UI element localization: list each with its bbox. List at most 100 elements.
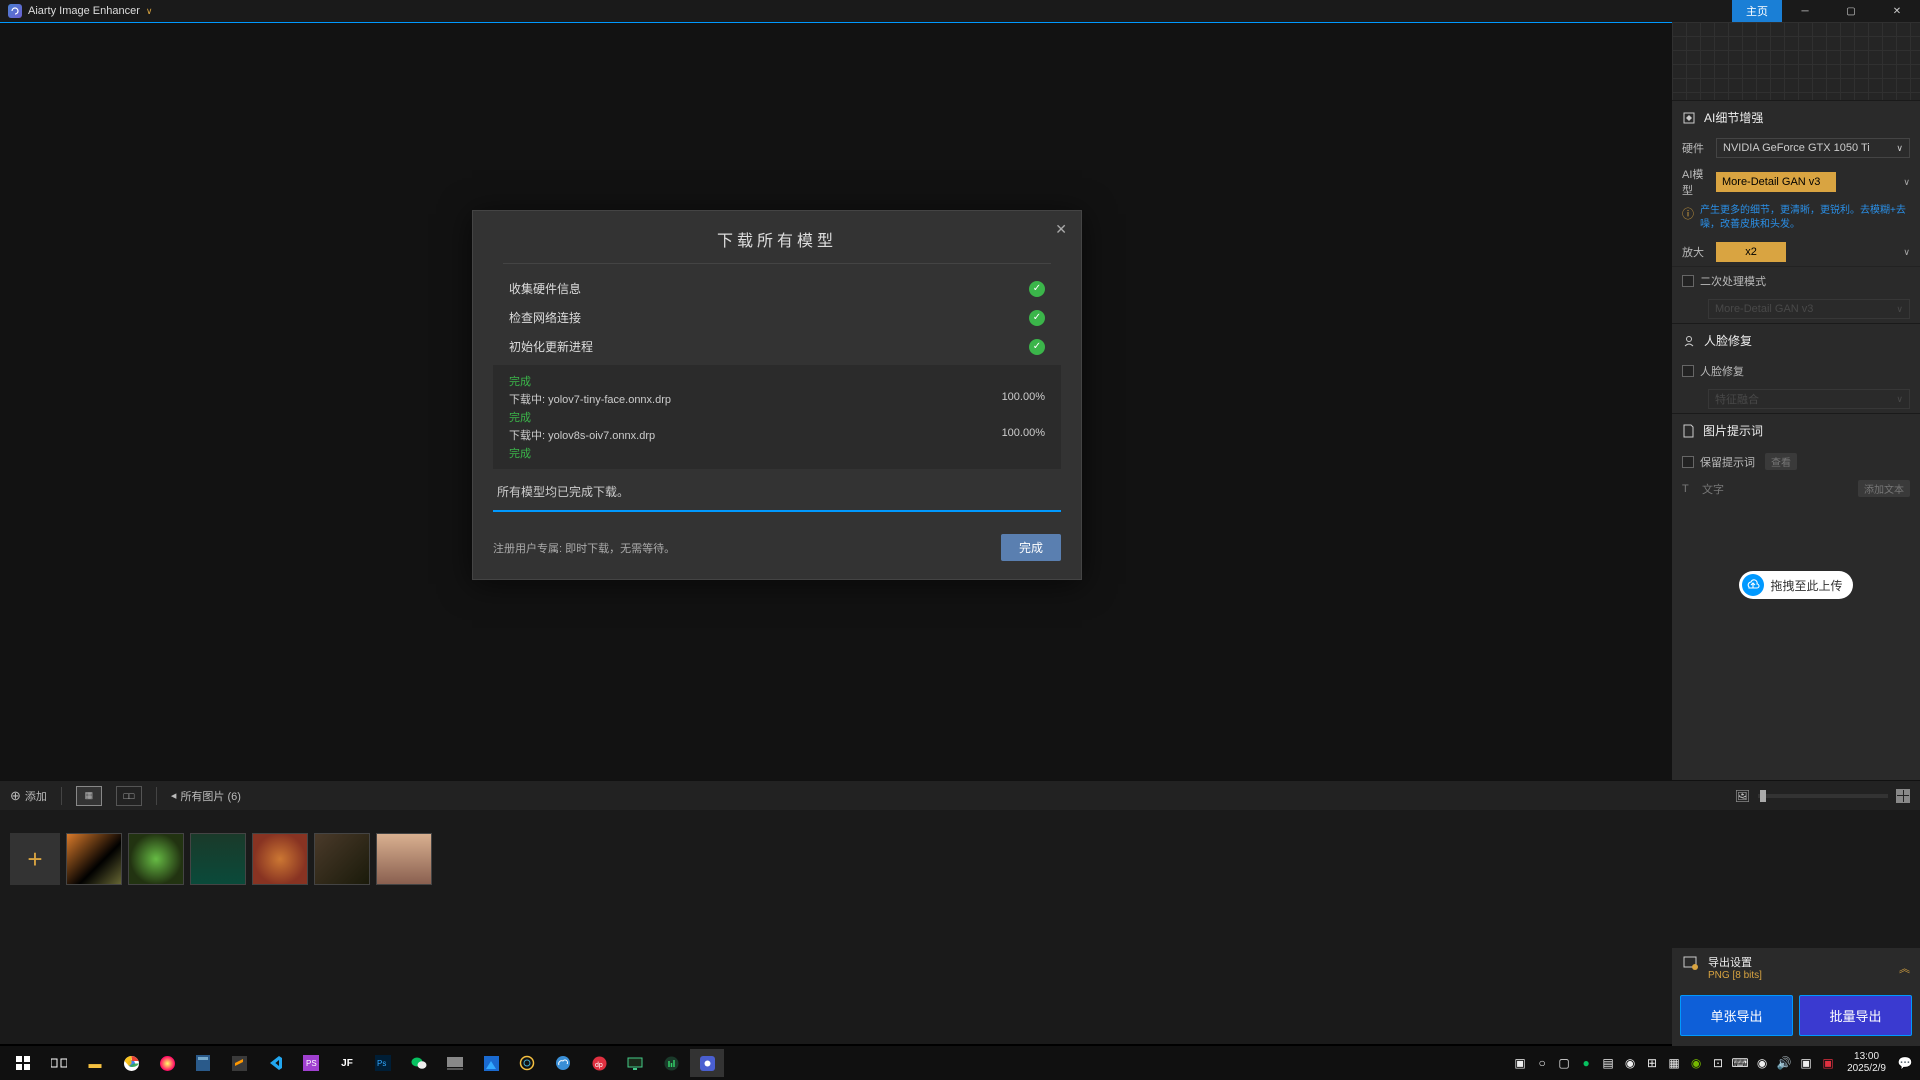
grid-toggle-button[interactable] xyxy=(1896,789,1910,803)
app-jf-icon[interactable]: JF xyxy=(330,1049,364,1077)
tray-icon[interactable]: ▢ xyxy=(1555,1054,1573,1072)
tray-icon[interactable]: ◉ xyxy=(1621,1054,1639,1072)
tray-keyboard-icon[interactable]: ⌨ xyxy=(1731,1054,1749,1072)
app-cloud-icon[interactable] xyxy=(546,1049,580,1077)
svg-text:PS: PS xyxy=(306,1059,317,1068)
all-images-link[interactable]: ◂ 所有图片 (6) xyxy=(171,788,241,804)
modal-footer-note: 注册用户专属: 即时下载，无需等待。 xyxy=(493,540,675,556)
main-viewport: ✕ 下载所有模型 收集硬件信息 ✓ 检查网络连接 ✓ 初始化更新进程 ✓ xyxy=(0,22,1672,780)
close-button[interactable]: ✕ xyxy=(1874,0,1920,22)
zoom-slider[interactable] xyxy=(1758,794,1888,798)
add-text-button[interactable]: 添加文本 xyxy=(1858,480,1910,497)
modal-title: 下载所有模型 xyxy=(473,227,1081,251)
add-images-button[interactable]: ⊕ 添加 xyxy=(10,788,47,804)
app-green-circle-icon[interactable] xyxy=(654,1049,688,1077)
chevron-down-icon: ∨ xyxy=(1896,304,1903,315)
aiarty-taskbar-icon[interactable] xyxy=(690,1049,724,1077)
tray-icon[interactable]: ▣ xyxy=(1511,1054,1529,1072)
taskbar-clock[interactable]: 13:00 2025/2/9 xyxy=(1841,1051,1892,1075)
notifications-icon[interactable]: 💬 xyxy=(1896,1054,1914,1072)
all-images-label: 所有图片 (6) xyxy=(180,788,241,804)
chevron-down-icon[interactable]: ∨ xyxy=(1903,247,1910,258)
tray-icon[interactable]: ⊞ xyxy=(1643,1054,1661,1072)
sublime-icon[interactable] xyxy=(222,1049,256,1077)
tray-icon[interactable]: ○ xyxy=(1533,1054,1551,1072)
tray-wifi-icon[interactable]: ◉ xyxy=(1753,1054,1771,1072)
view-prompt-button[interactable]: 查看 xyxy=(1765,453,1797,470)
hardware-label: 硬件 xyxy=(1682,140,1710,156)
system-tray: ▣ ○ ▢ ● ▤ ◉ ⊞ ▦ ◉ ⊡ ⌨ ◉ 🔊 ▣ ▣ 13:00 2025… xyxy=(1511,1051,1914,1075)
upload-chip[interactable]: 拖拽至此上传 xyxy=(1739,571,1852,599)
tray-volume-icon[interactable]: 🔊 xyxy=(1775,1054,1793,1072)
thumbnail[interactable] xyxy=(66,833,122,885)
app-circle-icon[interactable] xyxy=(510,1049,544,1077)
tray-icon[interactable]: ▦ xyxy=(1665,1054,1683,1072)
second-model-value: More-Detail GAN v3 xyxy=(1715,303,1813,315)
calculator-icon[interactable] xyxy=(186,1049,220,1077)
task-view-button[interactable] xyxy=(42,1049,76,1077)
tray-nvidia-icon[interactable]: ◉ xyxy=(1687,1054,1705,1072)
home-button[interactable]: 主页 xyxy=(1732,0,1782,23)
modal-done-button[interactable]: 完成 xyxy=(1001,534,1061,561)
download-list: 完成 下载中: yolov7-tiny-face.onnx.drp 100.00… xyxy=(493,365,1061,469)
tray-icon[interactable]: ▤ xyxy=(1599,1054,1617,1072)
view-compare-button[interactable]: □□ xyxy=(116,786,142,806)
thumbnail-strip: + xyxy=(0,810,1920,908)
chevron-down-icon[interactable]: ∨ xyxy=(146,6,153,17)
divider xyxy=(503,263,1051,264)
image-zoom-icon: 🖼 xyxy=(1735,789,1750,803)
view-grid-button[interactable]: ▦ xyxy=(76,786,102,806)
second-pass-checkbox[interactable] xyxy=(1682,275,1694,287)
tray-icon[interactable]: ▣ xyxy=(1797,1054,1815,1072)
add-image-tile[interactable]: + xyxy=(10,833,60,885)
thumbnail[interactable] xyxy=(376,833,432,885)
batch-export-button[interactable]: 批量导出 xyxy=(1799,995,1912,1036)
section-face-label: 人脸修复 xyxy=(1704,332,1752,349)
app-red-icon[interactable]: dp xyxy=(582,1049,616,1077)
phpstorm-icon[interactable]: PS xyxy=(294,1049,328,1077)
scale-select[interactable]: x2 xyxy=(1716,242,1786,262)
photoshop-icon[interactable]: Ps xyxy=(366,1049,400,1077)
scale-value: x2 xyxy=(1745,246,1757,258)
model-hint: 产生更多的细节，更清晰，更锐利。去模糊+去噪，改善皮肤和头发。 xyxy=(1700,204,1910,232)
model-select[interactable]: More-Detail GAN v3 xyxy=(1716,172,1836,192)
thumbnail[interactable] xyxy=(252,833,308,885)
app-monitor-icon[interactable] xyxy=(618,1049,652,1077)
maximize-button[interactable]: ▢ xyxy=(1828,0,1874,22)
download2-percent: 100.00% xyxy=(1002,427,1045,443)
chevron-down-icon[interactable]: ∨ xyxy=(1903,177,1910,188)
hardware-select[interactable]: NVIDIA GeForce GTX 1050 Ti ∨ xyxy=(1716,138,1910,158)
download-done-label: 完成 xyxy=(509,373,1045,389)
check-icon: ✓ xyxy=(1029,310,1045,326)
single-export-button[interactable]: 单张导出 xyxy=(1680,995,1793,1036)
app-icon xyxy=(8,4,22,18)
download-done-label: 完成 xyxy=(509,409,1045,425)
face-blend-select: 特征融合 ∨ xyxy=(1708,389,1910,409)
modal-close-button[interactable]: ✕ xyxy=(1055,221,1067,238)
empty-area xyxy=(0,908,1920,1044)
vscode-icon[interactable] xyxy=(258,1049,292,1077)
minimize-button[interactable]: ─ xyxy=(1782,0,1828,22)
tray-icon[interactable]: ▣ xyxy=(1819,1054,1837,1072)
keep-prompt-checkbox[interactable] xyxy=(1682,456,1694,468)
thumbnail[interactable] xyxy=(128,833,184,885)
svg-text:Ps: Ps xyxy=(377,1059,386,1068)
app-blue-icon[interactable] xyxy=(474,1049,508,1077)
app-gray-icon[interactable] xyxy=(438,1049,472,1077)
step-hardware: 收集硬件信息 ✓ xyxy=(493,274,1061,303)
thumbnail[interactable] xyxy=(314,833,370,885)
file-explorer-icon[interactable]: ▬ xyxy=(78,1049,112,1077)
document-icon xyxy=(1682,424,1695,438)
tray-icon[interactable]: ⊡ xyxy=(1709,1054,1727,1072)
face-repair-checkbox[interactable] xyxy=(1682,365,1694,377)
expand-icon[interactable]: ︽ xyxy=(1899,960,1910,976)
wechat-icon[interactable] xyxy=(402,1049,436,1077)
chrome-canary-icon[interactable] xyxy=(150,1049,184,1077)
windows-taskbar: ▬ PS JF Ps dp ▣ ○ ▢ ● ▤ ◉ ⊞ ▦ ◉ ⊡ ⌨ ◉ 🔊 … xyxy=(0,1046,1920,1080)
section-prompt-label: 图片提示词 xyxy=(1703,422,1763,439)
start-button[interactable] xyxy=(6,1049,40,1077)
thumbnail[interactable] xyxy=(190,833,246,885)
chrome-icon[interactable] xyxy=(114,1049,148,1077)
second-model-select: More-Detail GAN v3 ∨ xyxy=(1708,299,1910,319)
tray-wechat-icon[interactable]: ● xyxy=(1577,1054,1595,1072)
